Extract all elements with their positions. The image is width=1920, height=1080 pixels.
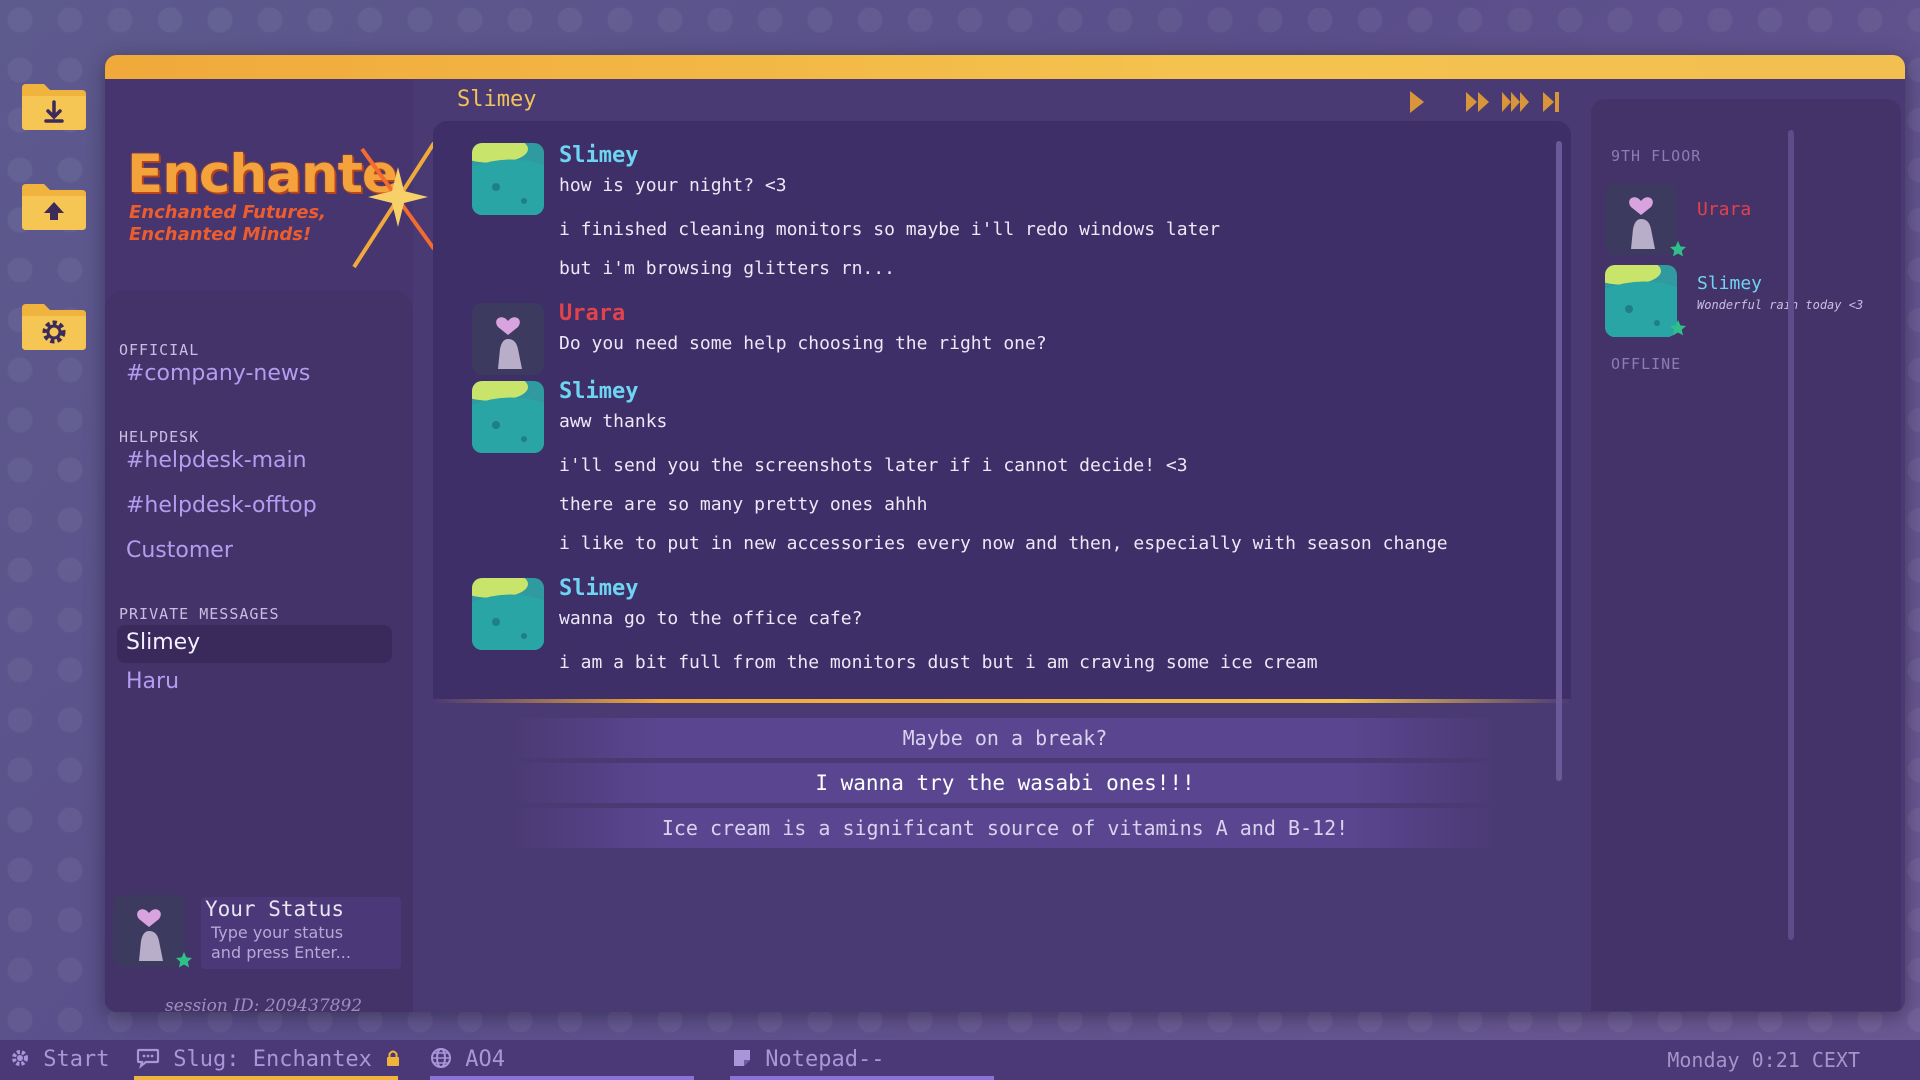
section-label-private-messages: PRIVATE MESSAGES	[119, 605, 280, 623]
message-line: i finished cleaning monitors so maybe i'…	[559, 219, 1221, 240]
message-line: i like to put in new accessories every n…	[559, 533, 1448, 554]
message-line: there are so many pretty ones ahhh	[559, 494, 928, 515]
faster-forward-icon[interactable]	[1501, 89, 1531, 115]
taskbar-slug-enchantex[interactable]: Slug: Enchantex	[136, 1040, 401, 1080]
floor-label: 9TH FLOOR	[1611, 147, 1702, 165]
taskbar-browser[interactable]: AO4	[430, 1040, 505, 1080]
slimey-member-avatar[interactable]	[1605, 265, 1677, 337]
taskbar-notepad[interactable]: Notepad--	[732, 1040, 884, 1080]
message-author: Slimey	[559, 576, 639, 601]
dm-haru[interactable]: Haru	[126, 669, 179, 694]
upload-folder-icon[interactable]	[20, 180, 88, 232]
enchantex-logo: Enchante Enchanted Futures, Enchanted Mi…	[127, 141, 436, 284]
browser-label: AO4	[465, 1047, 505, 1072]
reply-option-2[interactable]: I wanna try the wasabi ones!!!	[515, 763, 1495, 803]
reply-option-3[interactable]: Ice cream is a significant source of vit…	[515, 808, 1495, 848]
message-line: Do you need some help choosing the right…	[559, 333, 1047, 354]
tagline-line-1: Enchanted Futures,	[129, 202, 326, 223]
start-button[interactable]: Start	[10, 1040, 109, 1080]
message-author: Slimey	[559, 379, 639, 404]
section-label-official: OFFICIAL	[119, 341, 200, 359]
online-star-icon	[1670, 320, 1686, 336]
dm-slimey[interactable]: Slimey	[117, 625, 392, 663]
skip-end-icon[interactable]	[1541, 89, 1561, 115]
member-name[interactable]: Slimey	[1697, 273, 1762, 294]
offline-label: OFFLINE	[1611, 355, 1682, 373]
chat-window: Enchante Enchanted Futures, Enchanted Mi…	[105, 55, 1905, 1012]
download-folder-icon[interactable]	[20, 80, 88, 132]
slimey-avatar[interactable]	[472, 143, 544, 215]
channel-customer[interactable]: Customer	[126, 538, 233, 563]
channel-list: OFFICIAL #company-news HELPDESK #helpdes…	[105, 291, 413, 1012]
chat-divider	[433, 699, 1571, 703]
urara-avatar[interactable]	[472, 303, 544, 375]
chat-scrollbar[interactable]	[1556, 141, 1562, 781]
chat-bubble-icon	[136, 1048, 160, 1069]
channel-helpdesk-main[interactable]: #helpdesk-main	[126, 448, 307, 473]
taskbar: Start Slug: Enchantex AO4 Notepad-- Mond…	[0, 1040, 1920, 1080]
section-label-helpdesk: HELPDESK	[119, 428, 200, 446]
chat-title: Slimey	[457, 87, 537, 112]
task-indicator	[430, 1076, 694, 1080]
settings-folder-icon[interactable]	[20, 300, 88, 352]
message-line: how is your night? <3	[559, 175, 787, 196]
member-list: 9TH FLOOR Urara Slimey Wonderful rain to…	[1591, 99, 1901, 1011]
tagline-line-2: Enchanted Minds!	[129, 224, 312, 245]
slimey-avatar[interactable]	[472, 381, 544, 453]
fast-forward-icon[interactable]	[1465, 89, 1491, 115]
message-author: Urara	[559, 301, 626, 326]
session-id: session ID: 209437892	[165, 996, 363, 1012]
member-status: Wonderful rain today <3	[1697, 298, 1864, 312]
slimey-avatar[interactable]	[472, 578, 544, 650]
urara-member-avatar[interactable]	[1605, 183, 1677, 255]
status-input[interactable]: Your Status Type your status and press E…	[201, 897, 401, 969]
message-line: but i'm browsing glitters rn...	[559, 258, 895, 279]
play-icon[interactable]	[1407, 89, 1427, 115]
gear-icon	[12, 1050, 28, 1066]
message-line: wanna go to the office cafe?	[559, 608, 863, 629]
channel-company-news[interactable]: #company-news	[126, 361, 310, 386]
reply-option-1[interactable]: Maybe on a break?	[515, 718, 1495, 758]
channel-helpdesk-offtop[interactable]: #helpdesk-offtop	[126, 493, 317, 518]
start-label: Start	[43, 1047, 110, 1072]
your-status-box: Your Status Type your status and press E…	[113, 895, 403, 973]
active-task-indicator	[134, 1076, 398, 1080]
member-name[interactable]: Urara	[1697, 199, 1751, 220]
status-title: Your Status	[205, 897, 345, 921]
logo-tagline: Enchanted Futures, Enchanted Minds!	[129, 202, 359, 246]
online-star-icon	[1670, 241, 1686, 257]
clock: Monday 0:21 CEXT	[1667, 1048, 1860, 1072]
message-author: Slimey	[559, 143, 639, 168]
notepad-label: Notepad--	[765, 1047, 885, 1072]
slug-label: Slug: Enchantex	[173, 1047, 372, 1072]
online-star-icon	[176, 952, 192, 968]
left-panel: Enchante Enchanted Futures, Enchanted Mi…	[105, 79, 436, 1012]
task-indicator	[730, 1076, 994, 1080]
lock-icon	[387, 1050, 400, 1066]
status-placeholder: Type your status and press Enter...	[211, 923, 351, 962]
message-line: i'll send you the screenshots later if i…	[559, 455, 1188, 476]
window-titlebar[interactable]	[105, 55, 1905, 79]
member-scrollbar[interactable]	[1788, 130, 1794, 940]
message-list: Slimey how is your night? <3 i finished …	[433, 121, 1571, 699]
message-line: aww thanks	[559, 411, 668, 432]
message-line: i am a bit full from the monitors dust b…	[559, 652, 1318, 673]
globe-icon	[431, 1048, 451, 1068]
note-icon	[734, 1050, 750, 1066]
